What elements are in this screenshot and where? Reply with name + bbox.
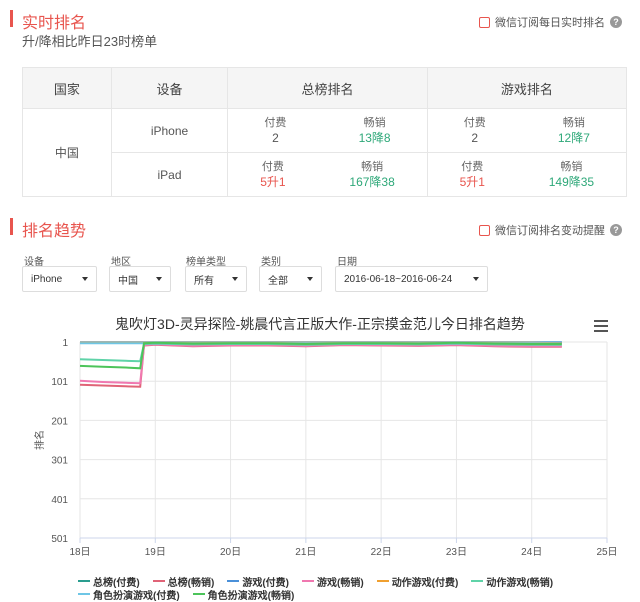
x-tick-label: 21日 (295, 547, 316, 558)
legend-swatch (78, 580, 90, 582)
x-tick-label: 18日 (69, 547, 90, 558)
legend-item[interactable]: 动作游戏(畅销) (471, 575, 553, 587)
legend-item[interactable]: 游戏(畅销) (302, 575, 364, 587)
series-line (80, 344, 562, 383)
legend-swatch (78, 593, 90, 595)
legend-swatch (377, 580, 389, 582)
x-tick-label: 25日 (596, 547, 617, 558)
legend-item[interactable]: 总榜(付费) (78, 575, 140, 587)
y-tick-label: 1 (62, 338, 68, 349)
y-tick-label: 501 (51, 534, 68, 545)
legend-item[interactable]: 角色扮演游戏(付费) (78, 588, 180, 600)
legend-label: 角色扮演游戏(付费) (93, 587, 180, 602)
legend-label: 游戏(畅销) (317, 574, 364, 589)
y-axis-label: 排名 (33, 430, 46, 450)
x-tick-label: 24日 (521, 547, 542, 558)
legend-swatch (227, 580, 239, 582)
x-tick-label: 19日 (145, 547, 166, 558)
y-tick-label: 101 (51, 377, 68, 388)
legend-label: 动作游戏(畅销) (486, 574, 553, 589)
x-tick-label: 23日 (446, 547, 467, 558)
y-tick-label: 201 (51, 416, 68, 427)
legend-item[interactable]: 动作游戏(付费) (377, 575, 459, 587)
chart-legend: 总榜(付费) 总榜(畅销) 游戏(付费) 游戏(畅销) 动作游戏(付费) 动作游戏(畅销)… (78, 574, 618, 600)
legend-swatch (471, 580, 483, 582)
legend-swatch (153, 580, 165, 582)
trend-chart: 1 101 201 301 401 50118日 19日 20日 21日 22日 23日 24日 25日… (0, 0, 640, 599)
legend-swatch (193, 593, 205, 595)
legend-swatch (302, 580, 314, 582)
y-tick-label: 401 (51, 495, 68, 506)
series-line (80, 345, 562, 387)
legend-label: 角色扮演游戏(畅销) (208, 587, 295, 602)
x-tick-label: 22日 (371, 547, 392, 558)
legend-item[interactable]: 总榜(畅销) (153, 575, 215, 587)
x-tick-label: 20日 (220, 547, 241, 558)
legend-item[interactable]: 游戏(付费) (227, 575, 289, 587)
legend-label: 动作游戏(付费) (392, 574, 459, 589)
y-tick-label: 301 (51, 456, 68, 467)
legend-item[interactable]: 角色扮演游戏(畅销) (193, 588, 295, 600)
